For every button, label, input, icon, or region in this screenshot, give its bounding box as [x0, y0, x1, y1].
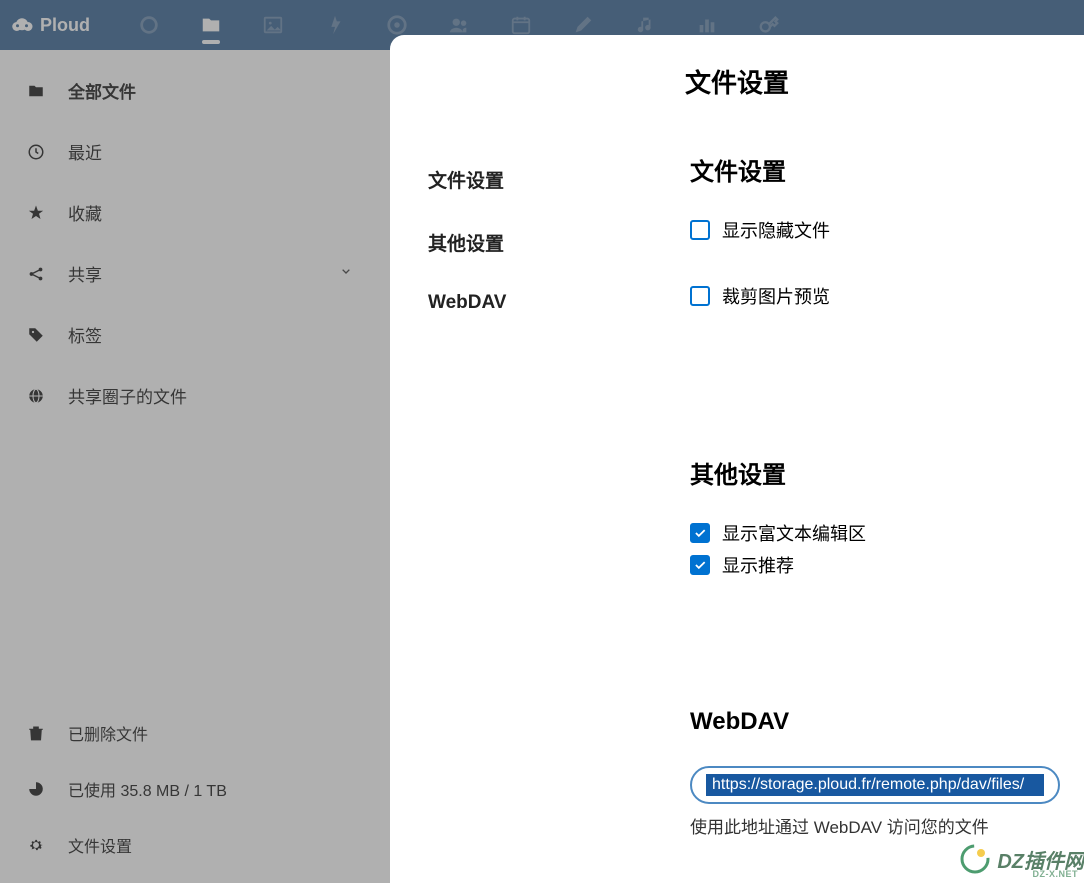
watermark-sub: DZ-X.NET [1033, 869, 1079, 879]
panel-content: 文件设置 显示隐藏文件 裁剪图片预览 其他设置 显示富文本编辑区 显示推荐 We… [650, 118, 1084, 883]
webdav-description: 使用此地址通过 WebDAV 访问您的文件 [690, 814, 1078, 841]
watermark-icon [959, 843, 991, 875]
checkbox-checked[interactable] [690, 523, 710, 543]
checkbox-unchecked[interactable] [690, 286, 710, 306]
panel-title: 文件设置 [390, 35, 1084, 118]
panel-body: 文件设置 其他设置 WebDAV 文件设置 显示隐藏文件 裁剪图片预览 其他设置… [390, 118, 1084, 883]
checkbox-unchecked[interactable] [690, 220, 710, 240]
file-settings-panel: 文件设置 文件设置 其他设置 WebDAV 文件设置 显示隐藏文件 裁剪图片预览… [390, 35, 1084, 883]
option-recommendations[interactable]: 显示推荐 [690, 552, 1078, 578]
checkbox-checked[interactable] [690, 555, 710, 575]
webdav-url-field[interactable] [690, 766, 1060, 804]
section-title-files: 文件设置 [690, 152, 1078, 187]
option-label: 裁剪图片预览 [722, 283, 830, 309]
section-title-webdav: WebDAV [690, 708, 1078, 736]
option-label: 显示推荐 [722, 552, 794, 578]
nav-item-other-settings[interactable]: 其他设置 [428, 211, 650, 274]
option-label: 显示隐藏文件 [722, 217, 830, 243]
panel-nav: 文件设置 其他设置 WebDAV [390, 118, 650, 883]
nav-item-webdav[interactable]: WebDAV [428, 274, 650, 332]
webdav-url-input[interactable] [706, 774, 1044, 796]
option-show-hidden[interactable]: 显示隐藏文件 [690, 217, 1078, 243]
site-watermark: DZ插件网 DZ-X.NET [959, 843, 1084, 875]
option-label: 显示富文本编辑区 [722, 520, 866, 546]
section-title-other: 其他设置 [690, 455, 1078, 490]
nav-item-file-settings[interactable]: 文件设置 [428, 148, 650, 211]
option-crop-preview[interactable]: 裁剪图片预览 [690, 283, 1078, 309]
option-rich-editor[interactable]: 显示富文本编辑区 [690, 520, 1078, 546]
